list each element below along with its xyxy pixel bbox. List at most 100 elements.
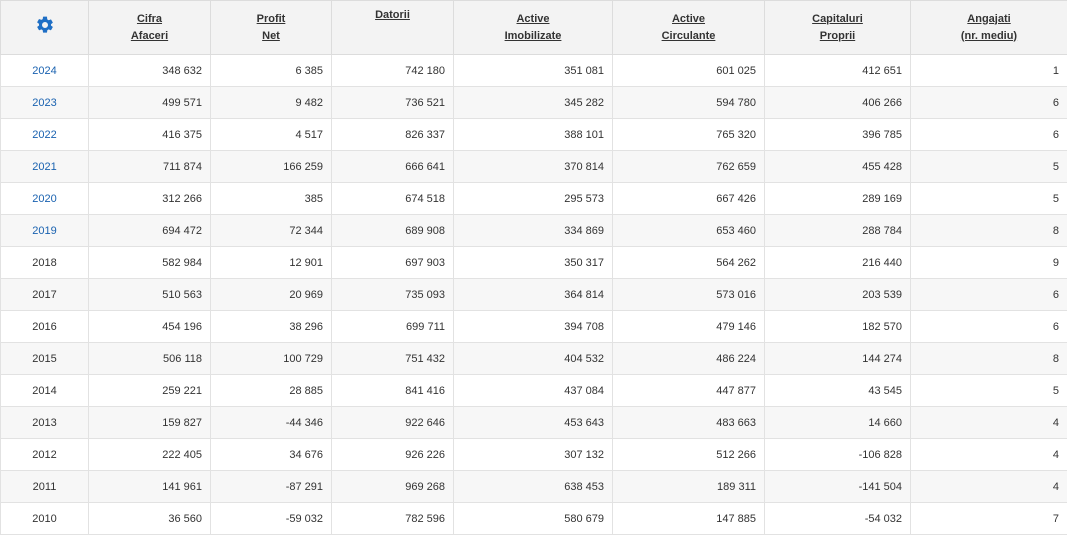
cell-capitaluri: 14 660 [764, 406, 911, 439]
cell-profit: 28 885 [210, 374, 332, 407]
year-cell: 2014 [0, 374, 89, 407]
header-label-line1[interactable]: Active [454, 11, 612, 28]
header-cifra-afaceri[interactable]: Cifra Afaceri [88, 0, 211, 55]
cell-cifra: 711 874 [88, 150, 211, 183]
year-cell: 2010 [0, 502, 89, 535]
year-label: 2010 [32, 512, 57, 525]
cell-datorii: 666 641 [331, 150, 454, 183]
cell-angajati: 6 [910, 118, 1067, 151]
header-label-line1[interactable]: Cifra [89, 11, 210, 28]
cell-cifra: 36 560 [88, 502, 211, 535]
table-body: 2024 348 632 6 385 742 180 351 081 601 025 412… [0, 54, 1067, 535]
cell-active_imob: 437 084 [453, 374, 613, 407]
header-label-line2[interactable]: (nr. mediu) [911, 28, 1067, 45]
header-active-circulante[interactable]: Active Circulante [612, 0, 765, 55]
cell-active_circ: 564 262 [612, 246, 765, 279]
year-label: 2017 [32, 288, 57, 301]
cell-profit: 166 259 [210, 150, 332, 183]
year-link[interactable]: 2023 [32, 97, 56, 109]
year-cell[interactable]: 2022 [0, 118, 89, 151]
cell-active_circ: 601 025 [612, 54, 765, 87]
header-label-line1[interactable]: Datorii [332, 7, 453, 24]
year-label: 2012 [32, 448, 57, 461]
cell-profit: 12 901 [210, 246, 332, 279]
cell-active_imob: 370 814 [453, 150, 613, 183]
cell-datorii: 697 903 [331, 246, 454, 279]
table-row: 2014 259 221 28 885 841 416 437 084 447 877 43… [0, 374, 1067, 407]
cell-active_circ: 765 320 [612, 118, 765, 151]
cell-cifra: 499 571 [88, 86, 211, 119]
cell-capitaluri: 203 539 [764, 278, 911, 311]
cell-active_imob: 351 081 [453, 54, 613, 87]
header-angajati[interactable]: Angajati (nr. mediu) [910, 0, 1067, 55]
year-cell[interactable]: 2019 [0, 214, 89, 247]
cell-active_imob: 350 317 [453, 246, 613, 279]
cell-angajati: 4 [910, 406, 1067, 439]
year-cell: 2012 [0, 438, 89, 471]
table-row: 2020 312 266 385 674 518 295 573 667 426 289 1… [0, 182, 1067, 215]
header-label-line1[interactable]: Profit [211, 11, 331, 28]
cell-cifra: 222 405 [88, 438, 211, 471]
table-row: 2012 222 405 34 676 926 226 307 132 512 266 -1… [0, 438, 1067, 471]
cell-angajati: 4 [910, 470, 1067, 503]
table-row: 2016 454 196 38 296 699 711 394 708 479 146 18… [0, 310, 1067, 343]
table-row: 2024 348 632 6 385 742 180 351 081 601 025 412… [0, 54, 1067, 87]
financial-table: Cifra Afaceri Profit Net Datorii Active … [0, 0, 1067, 535]
year-link[interactable]: 2024 [32, 65, 56, 77]
year-cell[interactable]: 2024 [0, 54, 89, 87]
year-link[interactable]: 2020 [32, 193, 56, 205]
year-label: 2011 [32, 480, 57, 493]
year-link[interactable]: 2021 [32, 161, 56, 173]
cell-active_circ: 512 266 [612, 438, 765, 471]
cell-active_imob: 295 573 [453, 182, 613, 215]
cell-capitaluri: 182 570 [764, 310, 911, 343]
year-link[interactable]: 2022 [32, 129, 56, 141]
year-cell: 2013 [0, 406, 89, 439]
cell-angajati: 4 [910, 438, 1067, 471]
cell-angajati: 9 [910, 246, 1067, 279]
year-cell: 2017 [0, 278, 89, 311]
settings-cell[interactable] [0, 0, 89, 55]
header-active-imobilizate[interactable]: Active Imobilizate [453, 0, 613, 55]
header-label-line2[interactable]: Circulante [613, 28, 764, 45]
cell-profit: 385 [210, 182, 332, 215]
cell-datorii: 826 337 [331, 118, 454, 151]
header-label-line2[interactable]: Proprii [765, 28, 910, 45]
year-cell[interactable]: 2020 [0, 182, 89, 215]
cell-datorii: 841 416 [331, 374, 454, 407]
header-datorii[interactable]: Datorii [331, 0, 454, 55]
cell-capitaluri: 144 274 [764, 342, 911, 375]
cell-angajati: 6 [910, 278, 1067, 311]
table-header: Cifra Afaceri Profit Net Datorii Active … [0, 0, 1067, 55]
table-row: 2013 159 827 -44 346 922 646 453 643 483 663 1… [0, 406, 1067, 439]
cell-profit: 34 676 [210, 438, 332, 471]
cell-capitaluri: -54 032 [764, 502, 911, 535]
cell-cifra: 506 118 [88, 342, 211, 375]
year-cell[interactable]: 2021 [0, 150, 89, 183]
cell-capitaluri: 289 169 [764, 182, 911, 215]
header-label-line1[interactable]: Capitaluri [765, 11, 910, 28]
header-label-line1[interactable]: Angajati [911, 11, 1067, 28]
header-label-line2[interactable]: Imobilizate [454, 28, 612, 45]
header-label-line2[interactable]: Net [211, 28, 331, 45]
cell-active_imob: 345 282 [453, 86, 613, 119]
cell-profit: 38 296 [210, 310, 332, 343]
cell-angajati: 8 [910, 342, 1067, 375]
cell-cifra: 259 221 [88, 374, 211, 407]
gear-icon[interactable] [35, 15, 55, 41]
header-capitaluri-proprii[interactable]: Capitaluri Proprii [764, 0, 911, 55]
table-row: 2019 694 472 72 344 689 908 334 869 653 460 28… [0, 214, 1067, 247]
cell-capitaluri: -141 504 [764, 470, 911, 503]
year-link[interactable]: 2019 [32, 225, 56, 237]
year-cell: 2018 [0, 246, 89, 279]
cell-profit: 100 729 [210, 342, 332, 375]
year-cell[interactable]: 2023 [0, 86, 89, 119]
header-label-line2[interactable]: Afaceri [89, 28, 210, 45]
header-label-line1[interactable]: Active [613, 11, 764, 28]
year-cell: 2011 [0, 470, 89, 503]
cell-profit: 9 482 [210, 86, 332, 119]
header-profit-net[interactable]: Profit Net [210, 0, 332, 55]
cell-profit: 20 969 [210, 278, 332, 311]
table-row: 2011 141 961 -87 291 969 268 638 453 189 311-… [0, 470, 1067, 503]
cell-datorii: 922 646 [331, 406, 454, 439]
